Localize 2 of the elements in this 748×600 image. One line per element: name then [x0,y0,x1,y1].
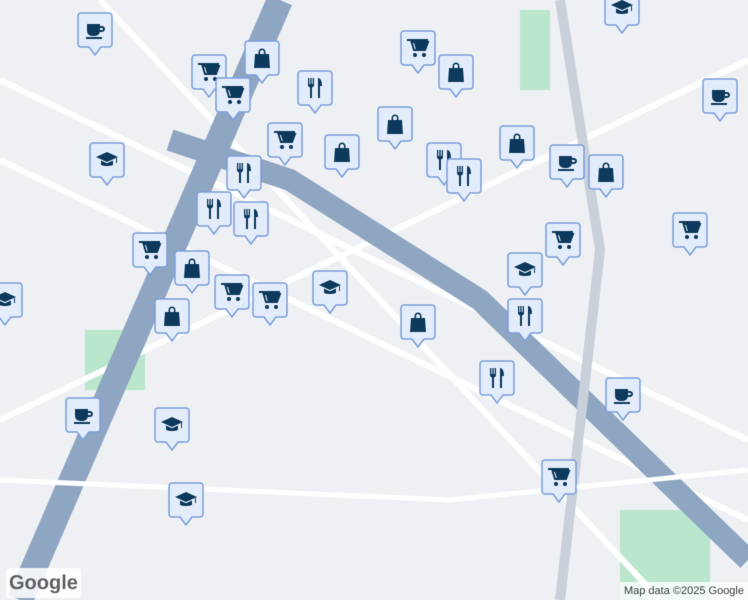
logo: Google [6,568,81,598]
map-attribution: Map data ©2025 Google [620,582,748,600]
